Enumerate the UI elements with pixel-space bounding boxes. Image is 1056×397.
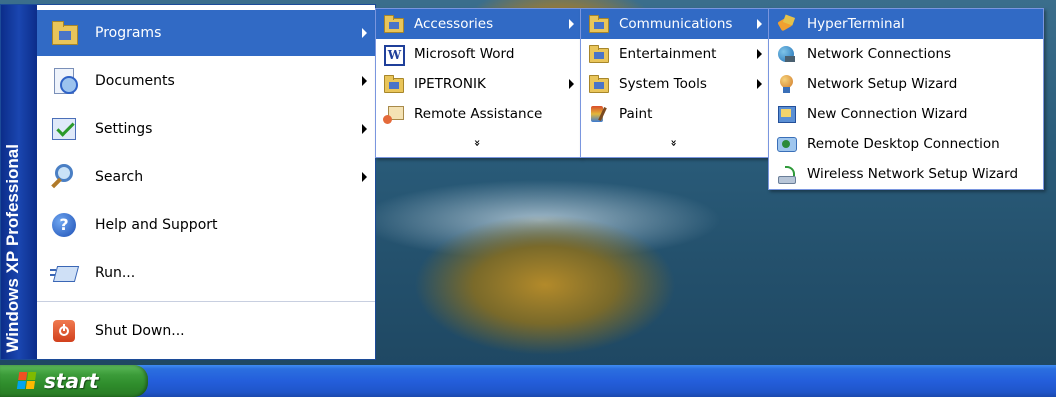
start-item-label: Programs — [95, 25, 162, 41]
accessories-submenu: Communications Entertainment System Tool… — [580, 8, 769, 158]
submenu-arrow-icon — [362, 76, 367, 86]
menu-item-network-setup-wizard[interactable]: Network Setup Wizard — [769, 69, 1043, 99]
start-item-run[interactable]: Run... — [37, 250, 375, 296]
remote-assistance-icon — [382, 103, 404, 125]
start-item-help[interactable]: ? Help and Support — [37, 202, 375, 248]
windows-logo-icon — [16, 372, 38, 390]
new-connection-icon — [775, 103, 797, 125]
start-item-label: Help and Support — [95, 217, 218, 233]
hyperterminal-icon — [775, 13, 797, 35]
menu-item-new-connection-wizard[interactable]: New Connection Wizard — [769, 99, 1043, 129]
menu-item-network-connections[interactable]: Network Connections — [769, 39, 1043, 69]
menu-item-label: Network Connections — [807, 46, 952, 62]
settings-icon — [49, 114, 79, 144]
start-button[interactable]: start — [0, 365, 148, 397]
menu-item-label: Paint — [619, 106, 653, 122]
menu-item-wireless-network-setup-wizard[interactable]: Wireless Network Setup Wizard — [769, 159, 1043, 189]
word-icon: W — [382, 43, 405, 66]
start-menu-side-banner: Windows XP Professional — [1, 5, 37, 359]
shutdown-icon — [49, 316, 79, 346]
start-item-settings[interactable]: Settings — [37, 106, 375, 152]
menu-item-label: Network Setup Wizard — [807, 76, 958, 92]
folder-icon — [587, 13, 609, 35]
programs-submenu: Accessories W Microsoft Word IPETRONIK R… — [375, 8, 581, 158]
submenu-arrow-icon — [569, 79, 574, 89]
submenu-arrow-icon — [362, 28, 367, 38]
menu-item-label: Accessories — [414, 16, 494, 32]
menu-item-remote-desktop-connection[interactable]: Remote Desktop Connection — [769, 129, 1043, 159]
menu-item-label: New Connection Wizard — [807, 106, 968, 122]
paint-icon — [587, 103, 609, 125]
submenu-arrow-icon — [362, 172, 367, 182]
menu-separator — [37, 301, 375, 302]
start-item-documents[interactable]: Documents — [37, 58, 375, 104]
documents-icon — [49, 66, 79, 96]
menu-item-label: Remote Desktop Connection — [807, 136, 1000, 152]
network-setup-icon — [775, 73, 797, 95]
submenu-arrow-icon — [362, 124, 367, 134]
submenu-arrow-icon — [569, 19, 574, 29]
submenu-arrow-icon — [757, 49, 762, 59]
start-item-shutdown[interactable]: Shut Down... — [37, 308, 375, 354]
submenu-arrow-icon — [757, 19, 762, 29]
run-icon — [49, 258, 80, 288]
submenu-arrow-icon — [757, 79, 762, 89]
programs-folder-icon — [49, 18, 79, 48]
folder-icon — [382, 13, 404, 35]
menu-item-label: HyperTerminal — [807, 16, 905, 32]
start-item-programs[interactable]: Programs — [37, 10, 375, 56]
search-icon — [49, 162, 79, 192]
menu-item-hyperterminal[interactable]: HyperTerminal — [769, 9, 1043, 39]
help-icon: ? — [49, 210, 79, 240]
start-menu: Windows XP Professional Programs Documen… — [0, 4, 376, 360]
expand-menu-chevron-icon[interactable]: » — [464, 41, 492, 245]
folder-icon — [382, 73, 404, 95]
menu-item-communications[interactable]: Communications — [581, 9, 768, 39]
menu-item-label: Wireless Network Setup Wizard — [807, 166, 1019, 182]
os-edition-text: Windows XP Professional — [3, 144, 23, 353]
remote-desktop-icon — [775, 133, 797, 155]
start-button-label: start — [44, 369, 99, 393]
network-connections-icon — [775, 43, 797, 65]
os-brand-label: Windows XP — [3, 251, 22, 353]
start-item-label: Documents — [95, 73, 175, 89]
menu-item-accessories[interactable]: Accessories — [376, 9, 580, 39]
start-item-label: Search — [95, 169, 144, 185]
folder-icon — [587, 43, 609, 65]
start-item-search[interactable]: Search — [37, 154, 375, 200]
start-item-label: Shut Down... — [95, 323, 185, 339]
taskbar: start — [0, 365, 1056, 397]
folder-icon — [587, 73, 609, 95]
start-item-label: Run... — [95, 265, 136, 281]
os-edition-label: Professional — [3, 144, 22, 247]
menu-item-label: Communications — [619, 16, 733, 32]
wireless-icon — [775, 163, 797, 185]
expand-menu-chevron-icon[interactable]: » — [661, 50, 689, 237]
communications-submenu: HyperTerminal Network Connections Networ… — [768, 8, 1044, 190]
start-item-label: Settings — [95, 121, 153, 137]
